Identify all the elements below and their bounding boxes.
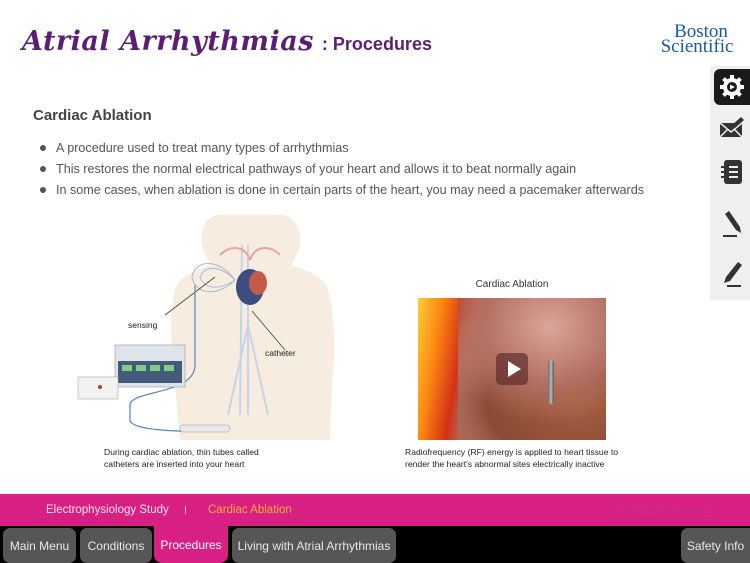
ablation-generator	[77, 344, 186, 400]
caption-line: Radiofrequency (RF) energy is applied to…	[405, 447, 619, 457]
pencil-up-icon	[724, 262, 742, 287]
video-title: Cardiac Ablation	[475, 279, 549, 290]
bullet-list: A procedure used to treat many types of …	[40, 137, 644, 200]
document-code: CRV-6201-AC NOV2013	[614, 505, 713, 515]
body-silhouette	[171, 215, 335, 440]
notes-button[interactable]	[714, 154, 750, 190]
draw-button[interactable]	[714, 206, 750, 242]
breadcrumb-electrophysiology-study[interactable]: Electrophysiology Study	[46, 504, 169, 516]
caption-line: During cardiac ablation, thin tubes call…	[104, 447, 259, 457]
breadcrumb-bar: Electrophysiology Study Cardiac Ablation…	[0, 494, 750, 526]
tab-safety-info[interactable]: Safety Info	[681, 528, 750, 563]
bullet-item: In some cases, when ablation is done in …	[40, 179, 644, 200]
video-thumbnail-catheter	[548, 360, 554, 404]
caption-line: render the heart's abnormal sites electr…	[405, 459, 605, 469]
catheter-handle	[179, 424, 231, 433]
pencil-down-icon	[723, 211, 741, 237]
video-thumbnail-flame	[418, 298, 458, 440]
bullet-text: In some cases, when ablation is done in …	[56, 182, 645, 197]
email-button[interactable]	[714, 109, 750, 145]
breadcrumb-separator	[185, 506, 186, 514]
bottom-tab-bar: Main Menu Conditions Procedures Living w…	[0, 526, 750, 563]
bullet-text: A procedure used to treat many types of …	[56, 140, 349, 155]
section-title: Cardiac Ablation	[33, 107, 152, 124]
side-toolbar	[710, 66, 750, 300]
caption-line: catheters are inserted into your heart	[104, 459, 245, 469]
bullet-item: This restores the normal electrical path…	[40, 158, 644, 179]
page-title: Atrial Arrhythmias : Procedures	[22, 26, 432, 57]
bullet-item: A procedure used to treat many types of …	[40, 137, 644, 158]
logo-line-2: Scientific	[660, 36, 734, 57]
bullet-dot	[40, 165, 46, 172]
bullet-dot	[40, 186, 46, 193]
notebook-icon	[721, 160, 742, 184]
bullet-text: This restores the normal electrical path…	[56, 161, 577, 176]
bullet-dot	[40, 144, 46, 151]
page-subtitle: : Procedures	[321, 34, 432, 54]
tab-procedures[interactable]: Procedures	[154, 526, 228, 563]
app-title: Atrial Arrhythmias	[22, 26, 314, 57]
catheter-label: catheter	[265, 348, 296, 358]
gear-icon	[720, 75, 744, 99]
tab-conditions[interactable]: Conditions	[80, 528, 152, 563]
settings-button[interactable]	[714, 69, 750, 105]
illustration-caption: During cardiac ablation, thin tubes call…	[104, 446, 304, 470]
tab-main-menu[interactable]: Main Menu	[3, 528, 76, 563]
ablation-illustration	[77, 215, 335, 440]
play-button[interactable]	[496, 353, 528, 385]
video-caption: Radiofrequency (RF) energy is applied to…	[405, 446, 645, 470]
breadcrumb-cardiac-ablation[interactable]: Cardiac Ablation	[208, 504, 292, 516]
boston-scientific-logo: Boston Scientific	[652, 22, 742, 57]
mail-icon	[719, 117, 744, 138]
video-player[interactable]	[418, 298, 606, 440]
tab-living-with-atrial-arrhythmias[interactable]: Living with Atrial Arrhythmias	[232, 528, 396, 563]
sensing-label: sensing	[128, 320, 158, 330]
erase-button[interactable]	[714, 256, 750, 292]
